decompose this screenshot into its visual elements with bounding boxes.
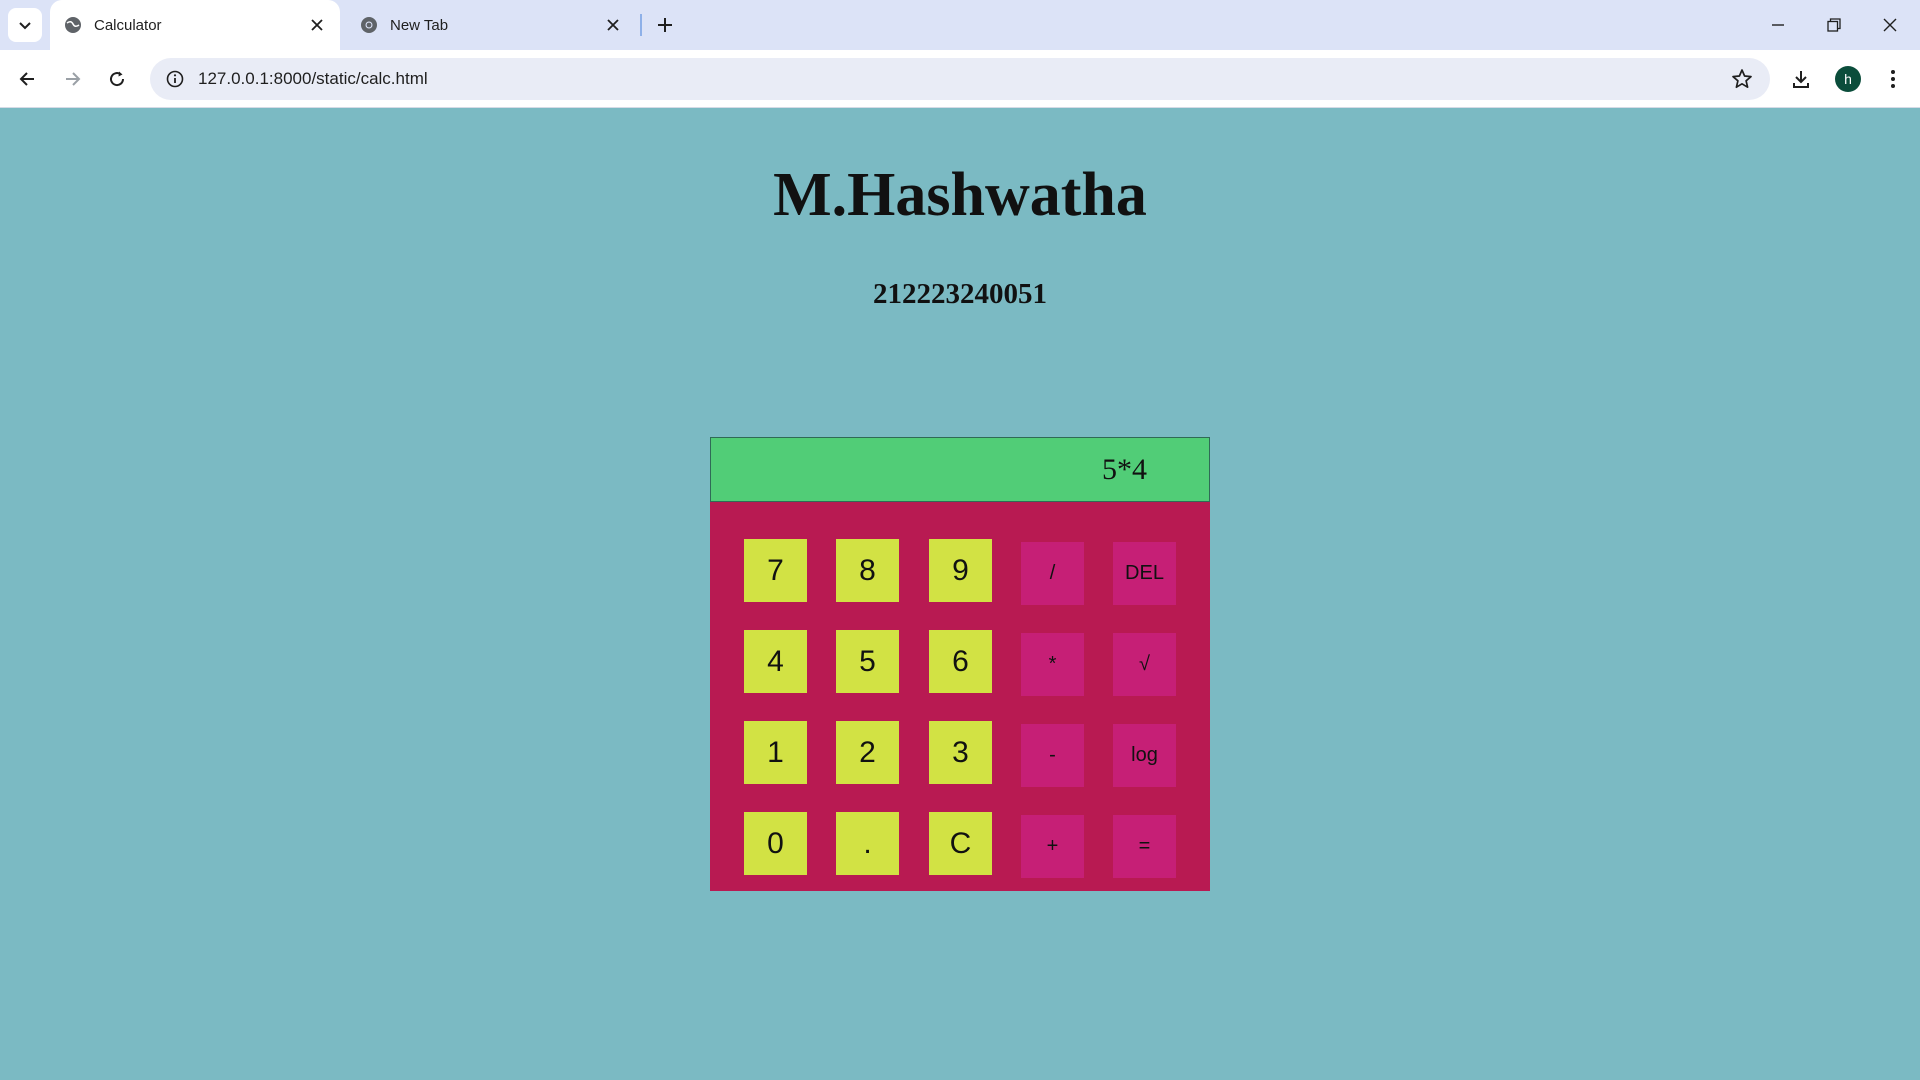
key-2[interactable]: 2 xyxy=(836,721,899,784)
key-equals[interactable]: = xyxy=(1113,815,1176,878)
key-sqrt[interactable]: √ xyxy=(1113,633,1176,696)
minimize-icon xyxy=(1772,24,1784,26)
tab-title: Calculator xyxy=(94,16,162,34)
key-clear[interactable]: C xyxy=(929,812,992,875)
key-log[interactable]: log xyxy=(1113,724,1176,787)
site-info-icon[interactable] xyxy=(154,70,196,88)
key-3[interactable]: 3 xyxy=(929,721,992,784)
arrow-left-icon xyxy=(19,72,34,86)
plus-icon xyxy=(658,18,672,32)
tab-new-tab[interactable]: New Tab xyxy=(346,0,636,50)
menu-button[interactable] xyxy=(1876,62,1910,96)
close-tab-icon[interactable] xyxy=(600,12,626,38)
key-4[interactable]: 4 xyxy=(744,630,807,693)
restore-icon xyxy=(1827,18,1841,32)
minimize-button[interactable] xyxy=(1750,0,1806,50)
url-text: 127.0.0.1:8000/static/calc.html xyxy=(198,69,428,88)
key-9[interactable]: 9 xyxy=(929,539,992,602)
key-multiply[interactable]: * xyxy=(1021,633,1084,696)
address-bar[interactable]: 127.0.0.1:8000/static/calc.html xyxy=(150,58,1770,100)
reload-button[interactable] xyxy=(100,62,134,96)
close-icon xyxy=(1883,18,1897,32)
close-tab-icon[interactable] xyxy=(304,12,330,38)
restore-button[interactable] xyxy=(1806,0,1862,50)
new-tab-button[interactable] xyxy=(650,10,680,40)
browser-toolbar: 127.0.0.1:8000/static/calc.html xyxy=(0,50,1920,108)
page-subtitle: 212223240051 xyxy=(873,278,1047,310)
calculator-display: 5*4 xyxy=(710,437,1210,502)
arrow-right-icon xyxy=(66,72,81,86)
calculator: 5*4 7 8 9 / DEL 4 5 6 * √ 1 2 3 - log 0 … xyxy=(710,437,1210,891)
reload-icon xyxy=(110,71,125,87)
key-1[interactable]: 1 xyxy=(744,721,807,784)
tab-calculator[interactable]: Calculator xyxy=(50,0,340,50)
key-0[interactable]: 0 xyxy=(744,812,807,875)
more-vertical-icon xyxy=(1891,70,1895,88)
key-add[interactable]: + xyxy=(1021,815,1084,878)
key-7[interactable]: 7 xyxy=(744,539,807,602)
downloads-button[interactable] xyxy=(1784,62,1818,96)
key-8[interactable]: 8 xyxy=(836,539,899,602)
back-button[interactable] xyxy=(10,62,44,96)
key-decimal[interactable]: . xyxy=(836,812,899,875)
bookmark-star-icon[interactable] xyxy=(1730,67,1754,91)
page-title: M.Hashwatha xyxy=(773,161,1147,229)
download-icon xyxy=(1793,71,1809,88)
chevron-down-icon xyxy=(19,22,31,30)
profile-avatar[interactable]: h xyxy=(1835,66,1861,92)
key-6[interactable]: 6 xyxy=(929,630,992,693)
chrome-icon xyxy=(360,16,378,34)
tab-search-button[interactable] xyxy=(8,8,42,42)
key-divide[interactable]: / xyxy=(1021,542,1084,605)
close-window-button[interactable] xyxy=(1862,0,1918,50)
tab-separator xyxy=(640,14,642,36)
forward-button[interactable] xyxy=(56,62,90,96)
key-subtract[interactable]: - xyxy=(1021,724,1084,787)
tab-title: New Tab xyxy=(390,16,449,34)
browser-tabstrip: Calculator New Tab xyxy=(0,0,1920,50)
key-delete[interactable]: DEL xyxy=(1113,542,1176,605)
globe-icon xyxy=(64,16,82,34)
key-5[interactable]: 5 xyxy=(836,630,899,693)
